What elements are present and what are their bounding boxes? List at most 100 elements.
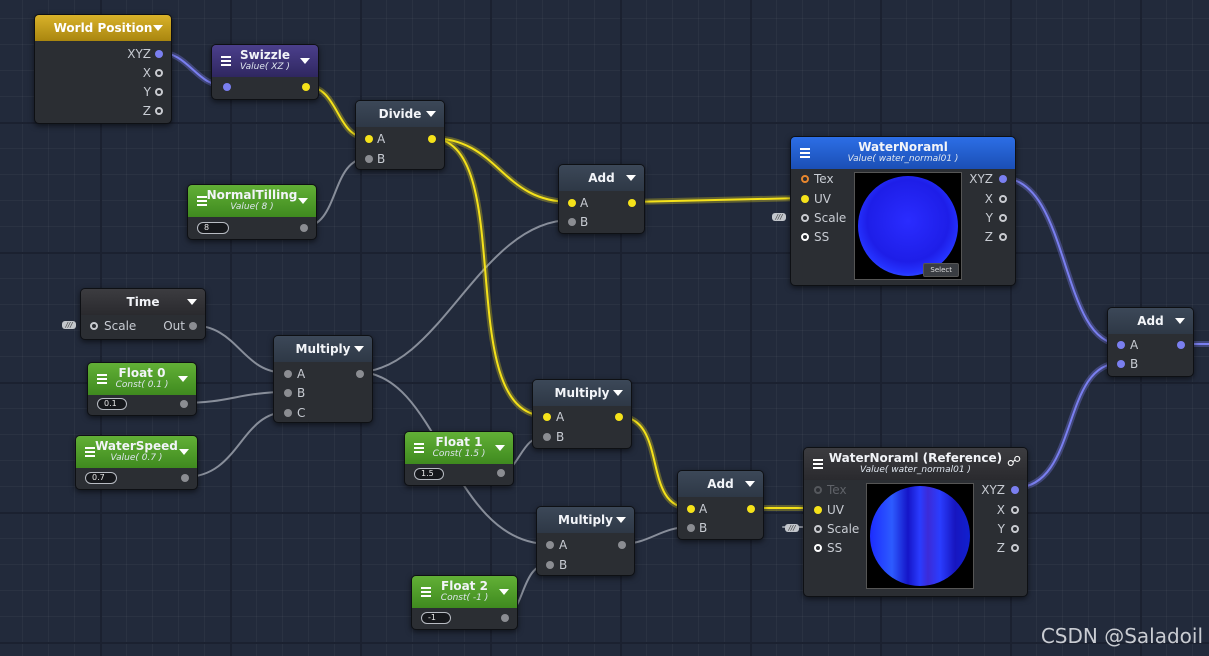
output-port[interactable] [501,614,509,622]
input-port-b[interactable] [365,155,373,163]
dropdown-arrow-icon[interactable] [613,390,623,396]
node-multiply-low[interactable]: Multiply A B [536,506,635,576]
node-header[interactable]: NormalTilling Value( 8 ) [188,185,316,217]
output-port[interactable] [302,83,310,91]
output-port[interactable] [300,224,308,232]
output-port[interactable] [180,400,188,408]
input-port-a[interactable] [284,370,292,378]
select-button[interactable]: Select [923,263,959,277]
input-port-a[interactable] [1117,341,1125,349]
node-add-mid[interactable]: Add A B [677,470,764,540]
value-input[interactable]: 1.5 [414,468,444,480]
node-time[interactable]: Time Scale Out [80,288,206,340]
output-port-xyz[interactable] [1011,486,1019,494]
menu-icon[interactable] [800,148,810,158]
menu-icon[interactable] [421,587,431,597]
input-port-ss[interactable] [801,233,809,241]
node-multiply-left[interactable]: Multiply A B C [273,335,373,423]
input-port-b[interactable] [284,389,292,397]
node-header[interactable]: Add [559,165,644,191]
node-header[interactable]: Divide [356,101,444,127]
input-port-b[interactable] [543,433,551,441]
dropdown-arrow-icon[interactable] [354,346,364,352]
node-add-right[interactable]: Add A B [1107,307,1194,377]
scale-default-tag[interactable]: /// [62,321,76,329]
node-water-normal[interactable]: WaterNoraml Value( water_normal01 ) Tex U… [790,136,1016,286]
texture-preview[interactable]: Select [854,172,962,280]
dropdown-arrow-icon[interactable] [626,175,636,181]
value-input[interactable]: 0.1 [97,398,127,410]
node-header[interactable]: Add [678,471,763,497]
node-header[interactable]: WaterSpeed Value( 0.7 ) [76,436,197,468]
input-port-b[interactable] [687,524,695,532]
node-header[interactable]: WaterNoraml Value( water_normal01 ) [791,137,1015,169]
output-port-xyz[interactable] [999,175,1007,183]
node-world-position[interactable]: World Position XYZ X Y Z [34,14,172,124]
node-multiply-mid[interactable]: Multiply A B [532,379,632,449]
input-port-b[interactable] [568,218,576,226]
dropdown-arrow-icon[interactable] [179,449,189,455]
node-header[interactable]: Add [1108,308,1193,334]
node-header[interactable]: Multiply [537,507,634,533]
output-port[interactable] [615,413,623,421]
dropdown-arrow-icon[interactable] [187,299,197,305]
input-port-tex[interactable] [801,175,809,183]
menu-icon[interactable] [813,459,823,469]
input-port-a[interactable] [543,413,551,421]
output-port[interactable] [747,505,755,513]
output-port-z[interactable] [1011,544,1019,552]
node-water-speed[interactable]: WaterSpeed Value( 0.7 ) 0.7 [75,435,198,490]
input-port-b[interactable] [1117,360,1125,368]
input-port-b[interactable] [546,561,554,569]
node-float2[interactable]: Float 2 Const( -1 ) -1 [411,575,518,630]
input-port-c[interactable] [284,409,292,417]
menu-icon[interactable] [97,374,107,384]
input-port-a[interactable] [687,505,695,513]
input-port-ss[interactable] [814,544,822,552]
link-icon[interactable]: ☍ [1007,454,1021,470]
output-port-x[interactable] [155,69,163,77]
output-port[interactable] [428,135,436,143]
node-divide[interactable]: Divide A B [355,100,445,170]
dropdown-arrow-icon[interactable] [495,445,505,451]
menu-icon[interactable] [197,196,207,206]
input-port-a[interactable] [568,199,576,207]
menu-icon[interactable] [414,443,424,453]
input-port-scale[interactable] [814,525,822,533]
input-port-uv[interactable] [814,506,822,514]
input-port-scale[interactable] [801,214,809,222]
value-input[interactable]: 8 [197,222,229,234]
output-port[interactable] [181,474,189,482]
output-port-z[interactable] [999,233,1007,241]
scale-default-tag[interactable]: /// [772,213,786,221]
texture-preview[interactable] [866,483,974,589]
input-port-uv[interactable] [801,195,809,203]
node-add-top[interactable]: Add A B [558,164,645,234]
dropdown-arrow-icon[interactable] [1175,318,1185,324]
node-header[interactable]: WaterNoraml (Reference) Value( water_norm… [804,448,1027,480]
output-port-xyz[interactable] [155,50,163,58]
dropdown-arrow-icon[interactable] [153,25,163,31]
dropdown-arrow-icon[interactable] [178,376,188,382]
menu-icon[interactable] [85,447,95,457]
output-port-z[interactable] [155,107,163,115]
node-header[interactable]: Float 0 Const( 0.1 ) [88,363,196,395]
node-swizzle[interactable]: Swizzle Value( XZ ) [211,44,319,100]
node-header[interactable]: Float 1 Const( 1.5 ) [405,432,513,464]
dropdown-arrow-icon[interactable] [426,111,436,117]
input-port-scale[interactable] [90,322,98,330]
node-header[interactable]: Time [81,289,205,315]
node-float1[interactable]: Float 1 Const( 1.5 ) 1.5 [404,431,514,486]
node-normal-tiling[interactable]: NormalTilling Value( 8 ) 8 [187,184,317,240]
value-input[interactable]: -1 [421,612,451,624]
input-port-a[interactable] [546,541,554,549]
output-port[interactable] [1177,341,1185,349]
output-port[interactable] [497,469,505,477]
output-port[interactable] [618,541,626,549]
output-port-x[interactable] [1011,506,1019,514]
output-port-y[interactable] [1011,525,1019,533]
input-port-a[interactable] [365,135,373,143]
dropdown-arrow-icon[interactable] [300,58,310,64]
value-input[interactable]: 0.7 [85,472,117,484]
scale-default-tag[interactable]: /// [785,524,799,532]
